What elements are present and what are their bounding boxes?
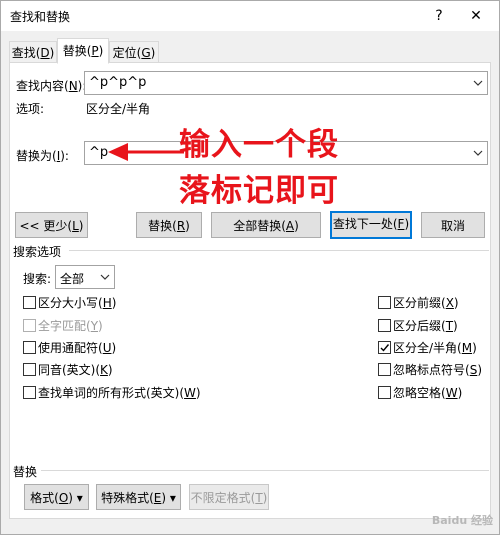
- replace-section-title: 替换: [13, 465, 38, 479]
- find-label: 查找内容(N):: [16, 79, 87, 93]
- match-prefix-label: 区分前缀(X): [393, 296, 459, 310]
- replace-label: 替换为(I):: [16, 149, 69, 163]
- ignore-punctuation-checkbox[interactable]: [378, 363, 391, 376]
- replace-all-button[interactable]: 全部替换(A): [211, 212, 321, 238]
- options-label: 选项:: [16, 102, 45, 116]
- sounds-like-checkbox[interactable]: [23, 363, 36, 376]
- wildcards-label: 使用通配符(U): [38, 341, 117, 355]
- match-case-label: 区分大小写(H): [38, 296, 117, 310]
- divider: [41, 470, 489, 471]
- special-format-button[interactable]: 特殊格式(E) ▾: [96, 484, 181, 510]
- find-input[interactable]: ^p^p^p: [84, 71, 488, 95]
- match-width-label: 区分全/半角(M): [393, 341, 477, 355]
- match-prefix-checkbox[interactable]: [378, 296, 391, 309]
- red-arrow-icon: [108, 143, 184, 161]
- whole-word-checkbox[interactable]: [23, 319, 36, 332]
- match-suffix-label: 区分后缀(T): [393, 319, 458, 333]
- chevron-down-icon[interactable]: [96, 266, 114, 288]
- chevron-down-icon[interactable]: [469, 72, 487, 94]
- search-direction-value: 全部: [60, 272, 85, 286]
- search-direction-select[interactable]: 全部: [55, 265, 115, 289]
- no-formatting-button[interactable]: 不限定格式(T): [189, 484, 269, 510]
- window-title: 查找和替换: [10, 10, 71, 24]
- chevron-down-icon[interactable]: [469, 142, 487, 164]
- all-word-forms-label: 查找单词的所有形式(英文)(W): [38, 386, 201, 400]
- whole-word-label: 全字匹配(Y): [38, 319, 103, 333]
- cancel-button[interactable]: 取消: [421, 212, 485, 238]
- search-options-title: 搜索选项: [13, 245, 62, 259]
- tab-find[interactable]: 查找(D): [9, 41, 57, 64]
- checkmark-icon: [380, 344, 390, 352]
- tab-replace[interactable]: 替换(P): [57, 38, 109, 64]
- all-word-forms-checkbox[interactable]: [23, 386, 36, 399]
- title-bar: 查找和替换 ? ✕: [1, 1, 499, 31]
- find-value: ^p^p^p: [89, 75, 147, 90]
- match-width-checkbox[interactable]: [378, 341, 391, 354]
- less-button[interactable]: << 更少(L): [15, 212, 88, 238]
- format-button[interactable]: 格式(O) ▾: [24, 484, 89, 510]
- tab-goto[interactable]: 定位(G): [109, 41, 159, 64]
- find-next-button[interactable]: 查找下一处(F): [330, 211, 412, 239]
- ignore-whitespace-label: 忽略空格(W): [393, 386, 463, 400]
- match-case-checkbox[interactable]: [23, 296, 36, 309]
- help-button[interactable]: ?: [421, 3, 457, 29]
- match-suffix-checkbox[interactable]: [378, 319, 391, 332]
- close-button[interactable]: ✕: [458, 3, 494, 29]
- wildcards-checkbox[interactable]: [23, 341, 36, 354]
- annotation-line-2: 落标记即可: [179, 173, 339, 209]
- sounds-like-label: 同音(英文)(K): [38, 363, 113, 377]
- annotation-line-1: 输入一个段: [179, 127, 339, 163]
- watermark-logo: Baidu 经验: [431, 514, 493, 527]
- ignore-whitespace-checkbox[interactable]: [378, 386, 391, 399]
- options-value: 区分全/半角: [86, 102, 151, 116]
- replace-button[interactable]: 替换(R): [136, 212, 202, 238]
- ignore-punctuation-label: 忽略标点符号(S): [393, 363, 482, 377]
- find-replace-dialog: 查找和替换 ? ✕ 查找(D) 替换(P) 定位(G) 查找内容(N): ^p^…: [0, 0, 500, 535]
- divider: [69, 250, 489, 251]
- search-direction-label: 搜索:: [23, 272, 52, 286]
